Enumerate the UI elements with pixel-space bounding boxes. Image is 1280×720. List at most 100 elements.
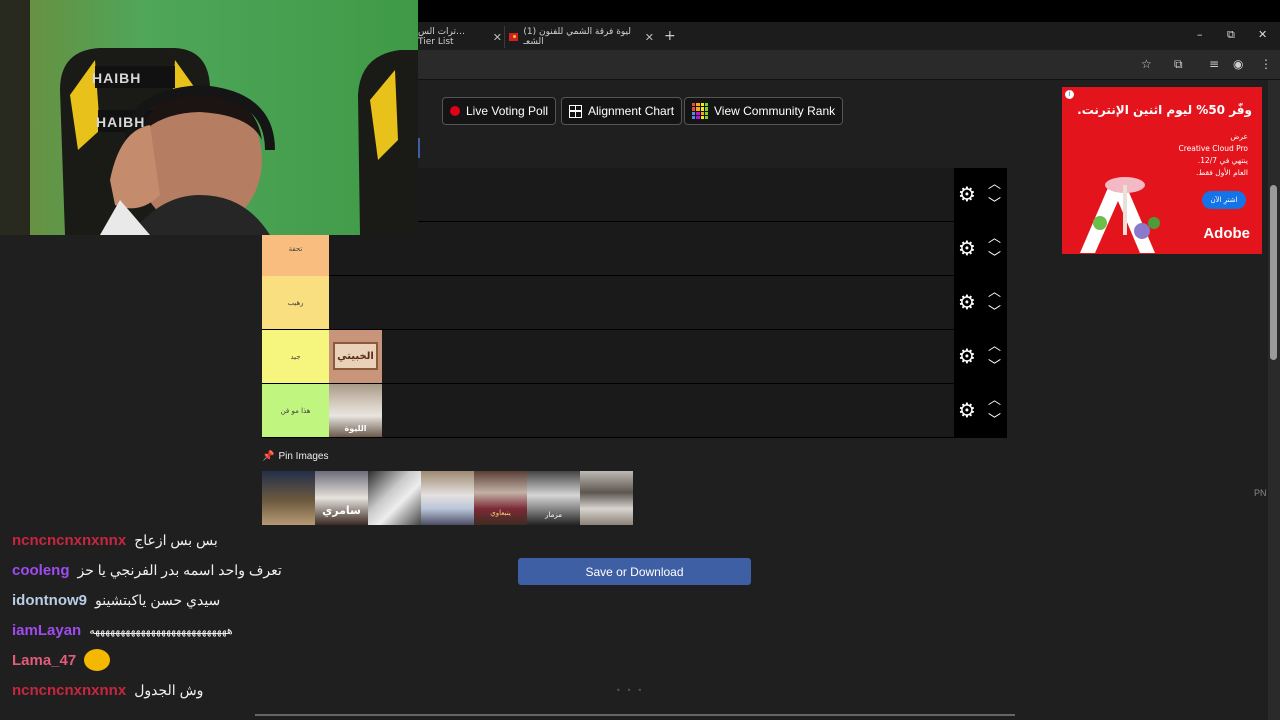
chevron-up-icon[interactable]: ︿ [988, 340, 1001, 353]
new-tab-button[interactable]: + [664, 28, 676, 44]
chevron-down-icon[interactable]: ﹀ [988, 414, 1001, 427]
horizontal-scrollbar[interactable] [255, 714, 1015, 716]
tier-item-image[interactable]: الليوة [329, 384, 382, 437]
hugging-emote-icon [84, 649, 111, 671]
chat-message: ncncncnxnxnnx بس بس ازعاج [12, 529, 218, 551]
chevron-down-icon[interactable]: ﹀ [988, 252, 1001, 265]
media-icon[interactable]: ≡ [1209, 57, 1219, 71]
chevron-up-icon[interactable]: ︿ [988, 394, 1001, 407]
chevron-down-icon[interactable]: ﹀ [988, 306, 1001, 319]
tier-controls: ⚙ ︿ ﹀ [954, 168, 1007, 221]
scrollbar-track[interactable] [1268, 80, 1280, 720]
pin-images-header: 📌 Pin Images [262, 451, 328, 462]
alignment-chart-button[interactable]: Alignment Chart [561, 97, 683, 125]
minimize-button[interactable]: – [1197, 28, 1203, 41]
tier-controls: ⚙ ︿ ﹀ [954, 222, 1007, 275]
bookmark-star-icon[interactable]: ☆ [1141, 57, 1152, 71]
close-tab-icon[interactable]: ✕ [645, 31, 654, 44]
chat-username: Lama_47 [12, 651, 77, 669]
ad-body-line: العام الأول فقط. [1196, 168, 1248, 177]
loading-dots-icon: ••• [616, 686, 649, 695]
chat-username: idontnow9 [12, 591, 87, 609]
ad-body-line: عرض [1230, 132, 1248, 141]
side-label: PN [1254, 488, 1267, 498]
community-rank-label: View Community Rank [714, 104, 836, 118]
ad-body-line: Creative Cloud Pro [1178, 144, 1248, 153]
pin-image[interactable] [421, 471, 474, 525]
pin-image[interactable]: سامري [315, 471, 368, 525]
mosaic-icon [692, 103, 708, 119]
chat-text: هههههههههههههههههههههههههههه [89, 624, 233, 637]
ad-info-icon[interactable]: i [1065, 90, 1074, 99]
youtube-icon [509, 33, 519, 41]
community-rank-button[interactable]: View Community Rank [684, 97, 844, 125]
chat-username: ncncncnxnxnnx [12, 681, 127, 699]
chevron-up-icon[interactable]: ︿ [988, 178, 1001, 191]
chat-message: idontnow9 سيدي حسن ياكبتشينو [12, 589, 220, 611]
tab-youtube[interactable]: (1) ليوة فرقة الشمي للفنون الشعـ ✕ [504, 26, 654, 48]
tab-title: (1) ليوة فرقة الشمي للفنون الشعـ [523, 27, 632, 47]
chat-text: تعرف واحد اسمه بدر الفرنجي يا حز [77, 561, 282, 578]
tier-item-image[interactable]: الخبيتي [329, 330, 382, 383]
chat-text: سيدي حسن ياكبتشينو [95, 591, 221, 608]
ad-cta-button[interactable]: اشترِ الآن [1202, 191, 1246, 209]
tier-controls: ⚙ ︿ ﹀ [954, 330, 1007, 383]
gear-icon[interactable]: ⚙ [958, 292, 976, 312]
maximize-button[interactable]: ⧉ [1227, 28, 1235, 42]
selection-marker [418, 138, 420, 158]
tier-row: جيد الخبيتي ⚙ ︿ ﹀ [262, 330, 1007, 384]
pin-image[interactable] [368, 471, 421, 525]
chat-text: بس بس ازعاج [134, 531, 218, 548]
chat-username: ncncncnxnxnnx [12, 531, 127, 549]
live-voting-label: Live Voting Poll [466, 104, 549, 118]
adobe-artwork-icon [1080, 177, 1160, 253]
gear-icon[interactable]: ⚙ [958, 184, 976, 204]
pin-image[interactable]: مزمار [527, 471, 580, 525]
chat-message: iamLayan هههههههههههههههههههههههههههه [12, 619, 233, 641]
pin-images-row: سامري ينبعاوي مزمار [262, 471, 633, 525]
extensions-icon[interactable]: ⧉ [1174, 57, 1183, 72]
pin-caption: سامري [322, 504, 361, 517]
profile-icon[interactable]: ◉ [1233, 57, 1243, 71]
pin-image[interactable] [580, 471, 633, 525]
gear-icon[interactable]: ⚙ [958, 346, 976, 366]
chevron-up-icon[interactable]: ︿ [988, 232, 1001, 245]
record-icon [450, 106, 460, 116]
close-tab-icon[interactable]: ✕ [493, 31, 502, 44]
tier-items: الخبيتي [329, 330, 382, 383]
pin-images-label: Pin Images [278, 451, 329, 462]
gear-icon[interactable]: ⚙ [958, 238, 976, 258]
tab-title: ترات الس… Tier List [418, 27, 466, 47]
item-caption: الخبيتي [333, 342, 378, 370]
chat-username: iamLayan [12, 621, 82, 639]
chevron-down-icon[interactable]: ﹀ [988, 198, 1001, 211]
grid-icon [569, 104, 582, 118]
gear-icon[interactable]: ⚙ [958, 400, 976, 420]
tier-label[interactable]: جيد [262, 330, 329, 383]
live-voting-button[interactable]: Live Voting Poll [442, 97, 557, 125]
chevron-up-icon[interactable]: ︿ [988, 286, 1001, 299]
pin-caption: مزمار [545, 511, 562, 519]
save-download-button[interactable]: Save or Download [518, 558, 751, 585]
adobe-ad[interactable]: i وفّر 50% ليوم اثنين الإنترنت. عرض Crea… [1062, 87, 1262, 254]
chat-message: cooleng تعرف واحد اسمه بدر الفرنجي يا حز [12, 559, 282, 581]
scrollbar-thumb[interactable] [1270, 185, 1277, 360]
tier-label[interactable]: تحفة [262, 235, 329, 276]
pin-caption: ينبعاوي [490, 509, 511, 517]
alignment-chart-label: Alignment Chart [588, 104, 675, 118]
webcam-video [0, 0, 418, 235]
item-caption: الليوة [344, 424, 367, 433]
tier-row: هذا مو فن الليوة ⚙ ︿ ﹀ [262, 384, 1007, 438]
tab-tier-list[interactable]: ترات الس… Tier List ✕ [418, 26, 502, 48]
tier-label[interactable]: هذا مو فن [262, 384, 329, 437]
menu-icon[interactable]: ⋮ [1260, 57, 1272, 71]
tier-items: الليوة [329, 384, 382, 437]
pin-image[interactable]: ينبعاوي [474, 471, 527, 525]
close-window-button[interactable]: ✕ [1258, 28, 1267, 41]
webcam-overlay: HAIBH HAIBH [0, 0, 418, 235]
chat-text: وش الجدول [134, 681, 204, 698]
chat-message: Lama_47 [12, 649, 111, 671]
tier-label[interactable]: رهيب [262, 276, 329, 329]
chevron-down-icon[interactable]: ﹀ [988, 360, 1001, 373]
pin-image[interactable] [262, 471, 315, 525]
